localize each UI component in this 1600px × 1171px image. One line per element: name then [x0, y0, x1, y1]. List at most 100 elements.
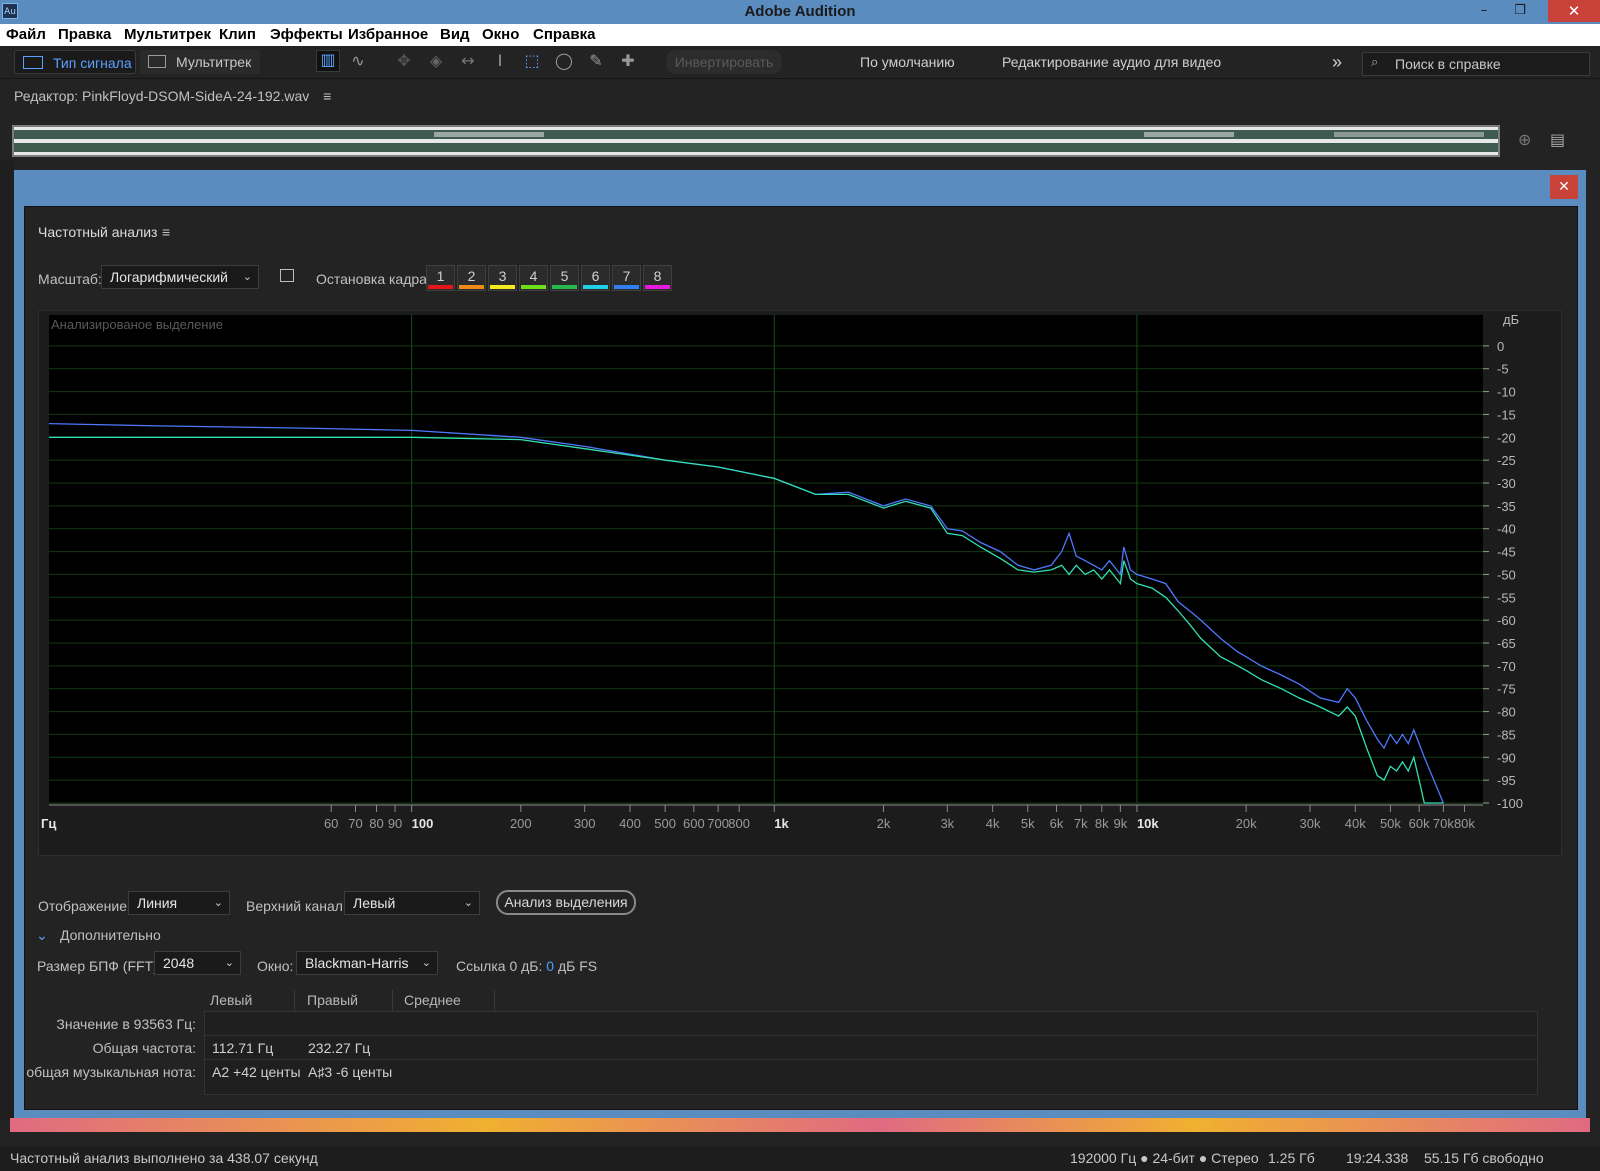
- x-tick-label: 200: [510, 816, 532, 831]
- fft-size-dropdown[interactable]: 2048 ⌄: [154, 951, 241, 975]
- plot-area: [49, 315, 1483, 803]
- reference-value[interactable]: 0: [546, 958, 554, 974]
- menu-file[interactable]: Файл: [6, 24, 46, 46]
- editor-menu-icon[interactable]: ≡: [323, 88, 331, 104]
- freeze-frame-label: 6: [591, 268, 600, 284]
- window-dropdown[interactable]: Blackman-Harris ⌄: [296, 951, 438, 975]
- waveform-overview[interactable]: [12, 125, 1500, 157]
- analyze-selection-button[interactable]: Анализ выделения: [496, 890, 636, 915]
- overview-menu-icon[interactable]: ▤: [1550, 130, 1570, 150]
- dialog-close-button[interactable]: ✕: [1550, 175, 1578, 199]
- workspace-default[interactable]: По умолчанию: [860, 50, 955, 74]
- advanced-toggle[interactable]: Дополнительно: [60, 927, 161, 943]
- menu-edit[interactable]: Правка: [58, 24, 111, 46]
- status-duration: 19:24.338: [1346, 1150, 1409, 1166]
- freeze-frame-7[interactable]: 7: [612, 265, 641, 291]
- move-tool-icon[interactable]: ✥: [394, 52, 414, 70]
- x-tick-label: 5k: [1021, 816, 1035, 831]
- marquee-tool-icon[interactable]: ⬚: [522, 52, 542, 70]
- x-tick-label: 400: [619, 816, 641, 831]
- editor-left-edge: [0, 160, 14, 1120]
- scale-dropdown[interactable]: Логарифмический ⌄: [101, 265, 259, 289]
- menu-view[interactable]: Вид: [440, 24, 470, 46]
- y-tick-label: -65: [1497, 636, 1516, 651]
- overview-waveform: [14, 130, 1498, 152]
- lasso-tool-icon[interactable]: ◯: [554, 52, 574, 70]
- freeze-frame-color: [490, 285, 515, 289]
- display-dropdown[interactable]: Линия ⌄: [128, 891, 230, 915]
- y-tick-label: -35: [1497, 499, 1516, 514]
- workspace-video[interactable]: Редактирование аудио для видео: [1002, 50, 1221, 74]
- top-channel-label: Верхний канал:: [246, 898, 347, 914]
- freeze-frame-4[interactable]: 4: [519, 265, 548, 291]
- freeze-frame-5[interactable]: 5: [550, 265, 579, 291]
- spectral-view-icon[interactable]: ∿: [348, 52, 368, 70]
- freeze-frame-3[interactable]: 3: [488, 265, 517, 291]
- workspace-overflow-button[interactable]: »: [1332, 50, 1342, 74]
- freeze-frame-color: [645, 285, 670, 289]
- y-tick-label: -5: [1497, 362, 1509, 377]
- y-tick-label: -95: [1497, 773, 1516, 788]
- razor-tool-icon[interactable]: ◈: [426, 52, 446, 70]
- multitrack-icon: [148, 55, 166, 68]
- y-tick-label: -25: [1497, 453, 1516, 468]
- chevron-down-icon: ⌄: [242, 271, 252, 283]
- freeze-frame-label: 5: [560, 268, 569, 284]
- clear-frames-icon[interactable]: [280, 269, 294, 282]
- invert-button[interactable]: Инвертировать: [666, 50, 782, 74]
- freeze-frame-1[interactable]: 1: [426, 265, 455, 291]
- freeze-frame-6[interactable]: 6: [581, 265, 610, 291]
- y-tick-label: -70: [1497, 659, 1516, 674]
- close-window-button[interactable]: ✕: [1548, 0, 1600, 22]
- y-tick-label: -60: [1497, 613, 1516, 628]
- search-icon: ⌕: [1371, 55, 1379, 70]
- x-tick-label: 300: [574, 816, 596, 831]
- chevron-down-icon: ⌄: [421, 957, 431, 969]
- time-selection-icon[interactable]: I: [490, 52, 510, 70]
- advanced-chevron-icon[interactable]: ⌄: [36, 927, 48, 944]
- freeze-frame-2[interactable]: 2: [457, 265, 486, 291]
- status-bar: Частотный анализ выполнено за 438.07 сек…: [0, 1146, 1600, 1171]
- chart-title: Анализированое выделение: [51, 317, 223, 332]
- y-tick-label: -90: [1497, 750, 1516, 765]
- menu-favorites[interactable]: Избранное: [348, 24, 428, 46]
- slip-tool-icon[interactable]: ↔: [458, 52, 478, 70]
- freeze-frame-color: [521, 285, 546, 289]
- minimize-button[interactable]: –: [1466, 0, 1502, 22]
- brush-tool-icon[interactable]: ✎: [586, 52, 606, 70]
- freeze-frame-color: [428, 285, 453, 289]
- row-value-label: Значение в 93563 Гц:: [56, 1016, 196, 1032]
- x-tick-label: 10k: [1137, 816, 1159, 831]
- spectrum-graph[interactable]: 0 -5 -10 -15 -20 -25 -30 -35 -40 -45 -50 -55 -60 -65 -…: [38, 310, 1562, 856]
- restore-button[interactable]: ❐: [1502, 0, 1538, 22]
- top-channel-value: Левый: [353, 895, 396, 911]
- y-tick-label: -40: [1497, 522, 1516, 537]
- menu-help[interactable]: Справка: [533, 24, 595, 46]
- help-search-input[interactable]: ⌕ Поиск в справке: [1362, 52, 1590, 76]
- reference-label-text: Ссылка 0 дБ:: [456, 958, 543, 974]
- panel-menu-icon[interactable]: ≡: [162, 224, 170, 240]
- waveform-view-icon[interactable]: ▥: [316, 50, 340, 72]
- menu-effects[interactable]: Эффекты: [270, 24, 343, 46]
- row-frequency-left: 112.71 Гц: [212, 1040, 274, 1056]
- menu-multitrack[interactable]: Мультитрек: [124, 24, 211, 46]
- freeze-frame-8[interactable]: 8: [643, 265, 672, 291]
- tab-multitrack[interactable]: Мультитрек: [140, 50, 260, 74]
- y-tick-label: -100: [1497, 796, 1523, 811]
- x-tick-label: 70: [348, 816, 362, 831]
- top-channel-dropdown[interactable]: Левый ⌄: [344, 891, 480, 915]
- x-tick-label: 40k: [1345, 816, 1366, 831]
- menu-clip[interactable]: Клип: [219, 24, 256, 46]
- table-divider: [204, 1035, 1538, 1036]
- zoom-icon[interactable]: ⊕: [1518, 130, 1538, 150]
- freeze-frame-color: [552, 285, 577, 289]
- spectral-strip: [10, 1118, 1590, 1132]
- x-tick-label: 80k: [1454, 816, 1475, 831]
- spot-healing-icon[interactable]: ✚: [618, 52, 638, 70]
- status-message: Частотный анализ выполнено за 438.07 сек…: [10, 1150, 318, 1166]
- status-format: 192000 Гц ● 24-бит ● Стерео: [1070, 1150, 1259, 1166]
- tab-waveform[interactable]: Тип сигнала: [14, 50, 136, 74]
- menu-window[interactable]: Окно: [482, 24, 519, 46]
- window-title: Adobe Audition: [744, 3, 856, 20]
- scale-label: Масштаб:: [38, 271, 102, 287]
